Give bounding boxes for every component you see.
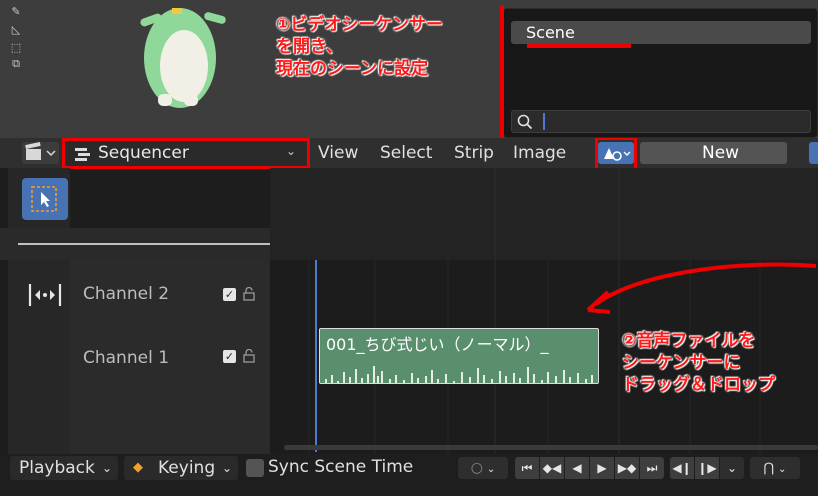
select-box-tool[interactable]	[22, 178, 68, 220]
object-icon[interactable]: ⧉	[6, 56, 26, 71]
channel-list: Channel 2 ✓ Channel 1 ✓	[70, 260, 270, 454]
chevron-down-icon: ⌄	[486, 464, 496, 475]
marker-dropdown[interactable]: ⌄	[720, 457, 744, 479]
transform-icon	[28, 284, 62, 306]
measure-icon[interactable]: ◺	[6, 22, 26, 37]
keying-label: Keying	[158, 458, 216, 478]
new-scene-label: New	[702, 143, 740, 163]
chevron-down-icon: ⌄	[102, 461, 113, 475]
channel-label: Channel 1	[83, 348, 170, 368]
jump-end-icon: ⏭	[646, 461, 658, 475]
chevron-down-icon: ⌄	[222, 461, 233, 475]
horizontal-scrollbar[interactable]	[284, 445, 818, 450]
chevron-down-icon: ⌄	[778, 464, 787, 475]
annotation-step2: ②音声ファイルを シーケンサーに ドラッグ＆ドロップ	[622, 331, 775, 395]
scene-search-input[interactable]	[511, 110, 811, 133]
menu-strip[interactable]: Strip	[454, 138, 494, 168]
channel-mute-checkbox[interactable]: ✓	[223, 288, 236, 301]
play-button[interactable]: ▶	[590, 457, 614, 479]
new-scene-button[interactable]: New	[640, 142, 787, 164]
playback-dropdown[interactable]: Playback ⌄	[10, 456, 118, 480]
next-keyframe-icon: ▶◆	[617, 461, 637, 475]
keyframe-icon: ◆	[133, 460, 143, 475]
prev-marker-icon: ◀❙	[672, 461, 692, 475]
play-icon: ▶	[597, 461, 607, 475]
play-reverse-button[interactable]: ◀	[565, 457, 589, 479]
scene-list-item[interactable]: Scene	[511, 21, 811, 44]
sound-strip[interactable]: 001_ちび式じい（ノーマル）_	[319, 328, 599, 384]
editor-type-button[interactable]	[22, 141, 59, 164]
playback-label: Playback	[19, 458, 95, 478]
select-box-icon	[31, 186, 57, 212]
highlight-underline-scene	[527, 44, 631, 48]
strip-name: 001_ちび式じい（ノーマル）_	[326, 335, 549, 354]
next-marker-button[interactable]: ❙▶	[695, 457, 719, 479]
menu-image[interactable]: Image	[513, 138, 566, 168]
jump-end-button[interactable]: ⏭	[640, 457, 664, 479]
snapping-button[interactable]: ⋂ ⌄	[750, 457, 800, 479]
highlight-popup-edge	[500, 5, 504, 138]
sync-checkbox[interactable]	[246, 459, 264, 477]
playhead[interactable]	[315, 260, 317, 452]
unlock-icon[interactable]	[243, 287, 255, 301]
annotation-step1: ①ビデオシーケンサー を開き、 現在のシーンに設定	[276, 15, 443, 79]
next-keyframe-button[interactable]: ▶◆	[615, 457, 639, 479]
keying-dropdown[interactable]: ◆ Keying ⌄	[124, 456, 238, 480]
waveform	[325, 366, 593, 383]
clapperboard-icon	[25, 141, 56, 160]
prev-keyframe-button[interactable]: ◆◀	[540, 457, 564, 479]
text-cursor	[543, 113, 545, 130]
character-model	[140, 8, 226, 108]
sync-label: Sync Scene Time	[268, 457, 414, 477]
jump-start-button[interactable]: ⏮	[515, 457, 539, 479]
highlight-view-type	[62, 138, 310, 169]
viewport-toolbar: ✎ ◺ ⬚ ⧉	[6, 2, 28, 74]
unlock-icon[interactable]	[243, 349, 255, 363]
magnet-icon: ⋂	[763, 461, 775, 476]
channel-label: Channel 2	[83, 284, 170, 304]
chevron-down-icon: ⌄	[726, 461, 738, 475]
play-reverse-icon: ◀	[572, 461, 582, 475]
channel-mute-checkbox[interactable]: ✓	[223, 350, 236, 363]
drag-arrow	[586, 262, 817, 314]
auto-keying-button[interactable]: ○ ⌄	[458, 457, 508, 479]
search-icon	[517, 114, 533, 130]
record-icon: ○	[470, 460, 483, 476]
menu-view[interactable]: View	[318, 138, 358, 168]
annotate-icon[interactable]: ✎	[6, 4, 26, 19]
fake-user-button[interactable]	[809, 142, 818, 164]
jump-start-icon: ⏮	[521, 461, 533, 475]
add-cube-icon[interactable]: ⬚	[6, 40, 26, 55]
menu-select[interactable]: Select	[380, 138, 432, 168]
prev-marker-button[interactable]: ◀❙	[670, 457, 694, 479]
transform-tool[interactable]	[22, 278, 68, 312]
prev-keyframe-icon: ◆◀	[542, 461, 562, 475]
next-marker-icon: ❙▶	[697, 461, 717, 475]
